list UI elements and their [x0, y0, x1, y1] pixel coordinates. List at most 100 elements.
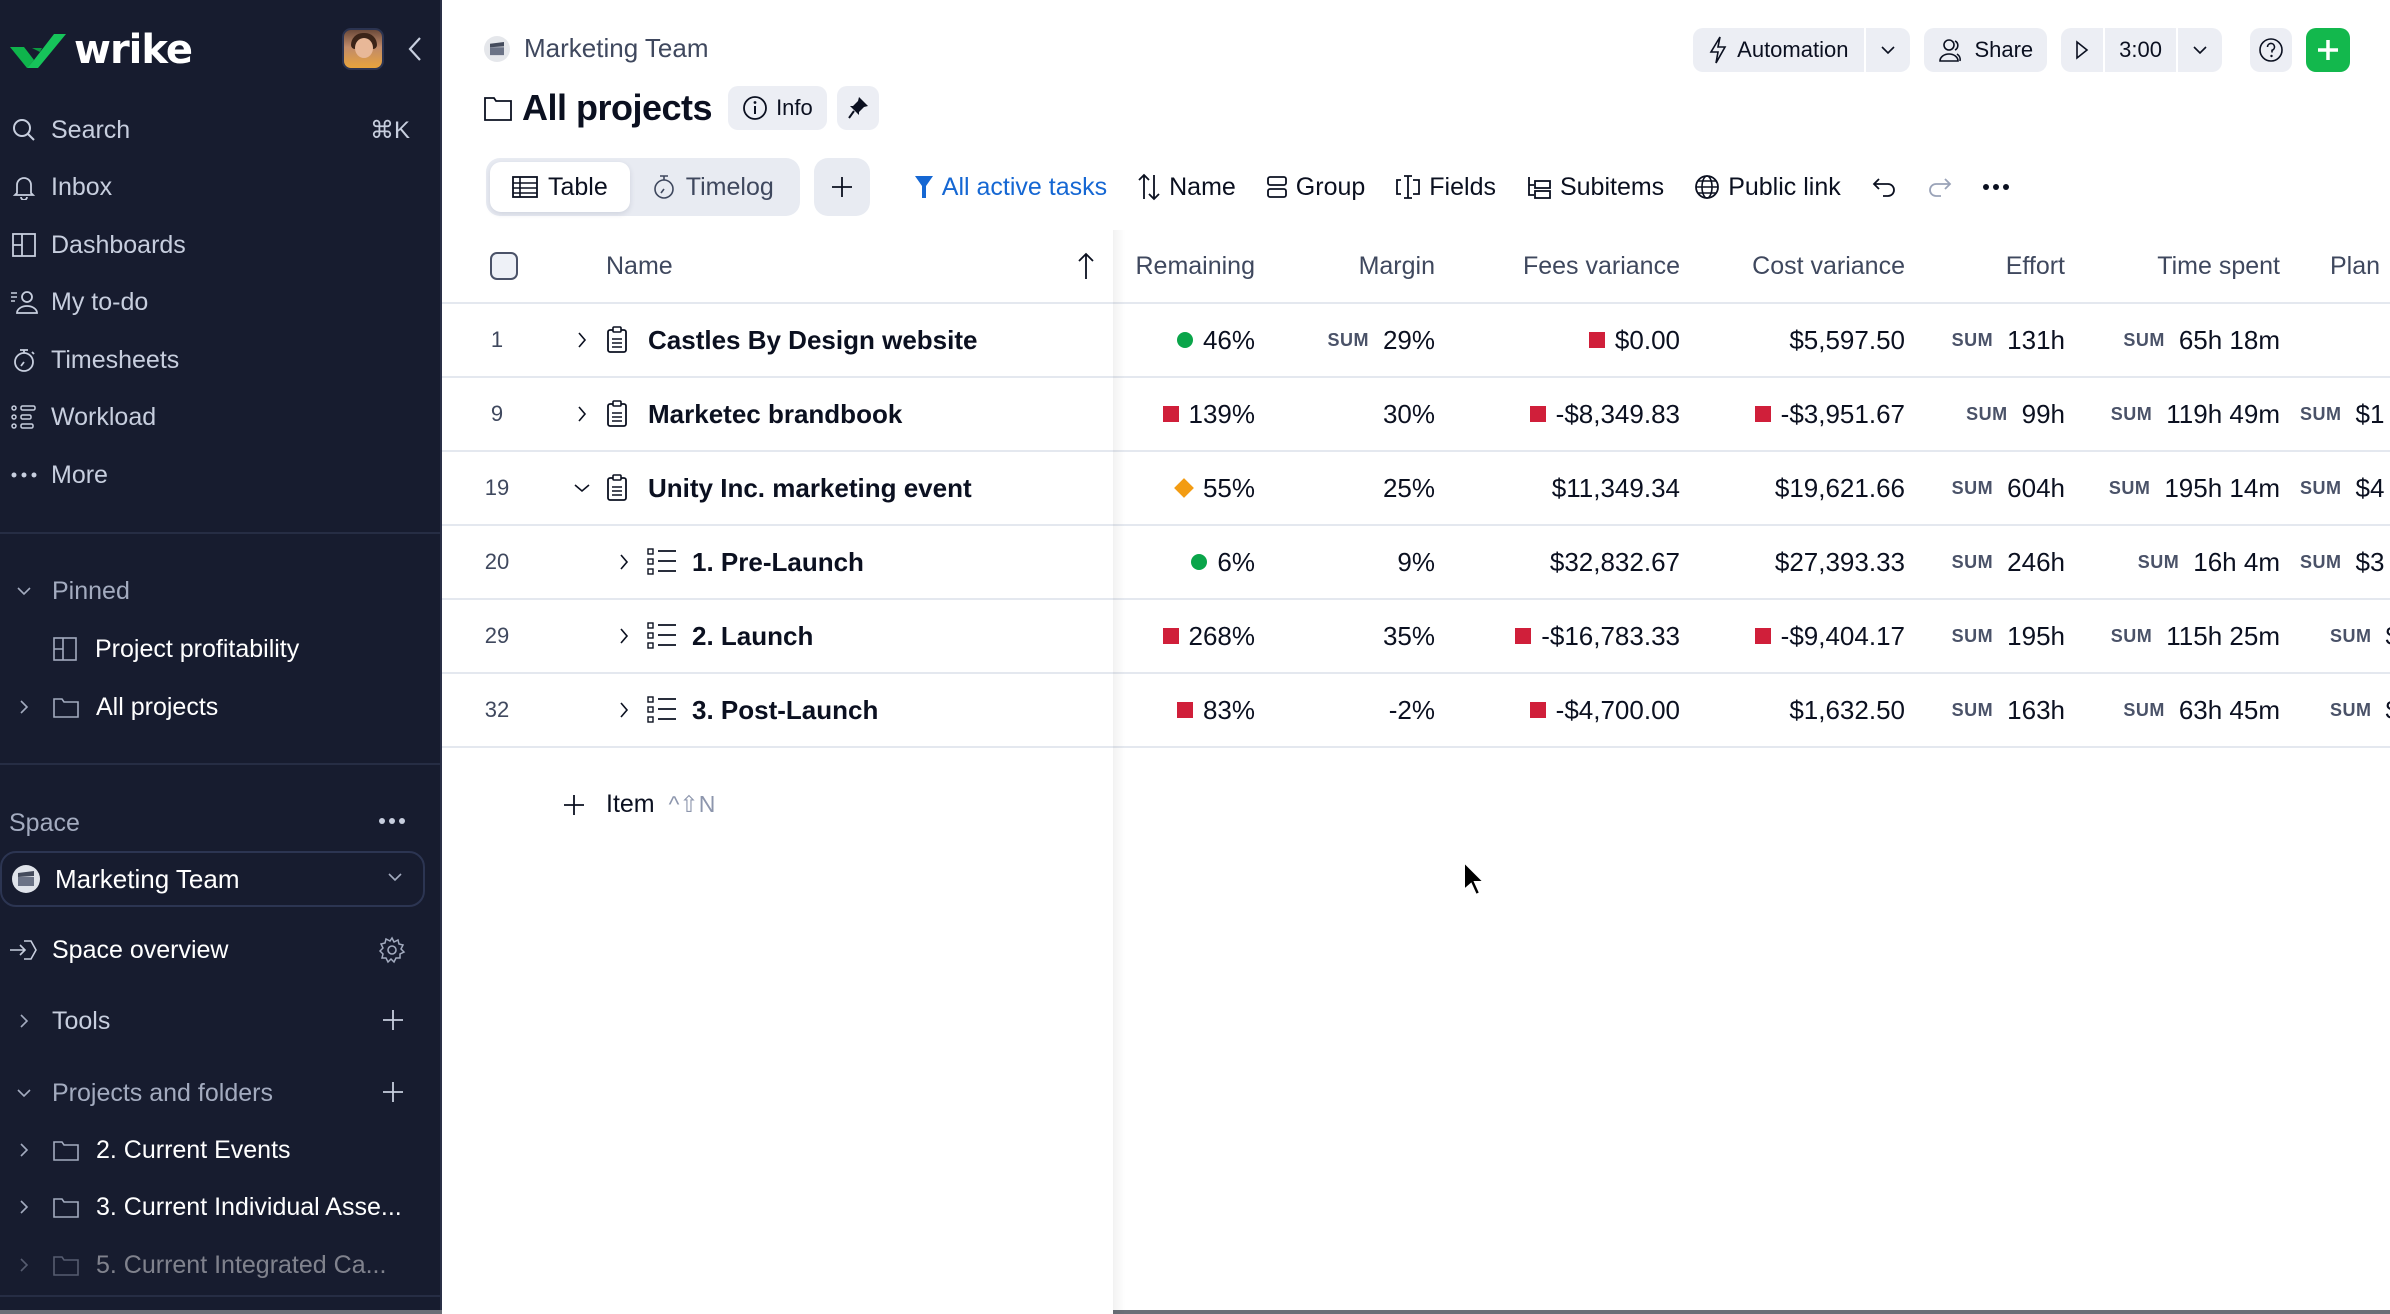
cell-time-spent[interactable]: SUM 115h 25m: [2065, 600, 2280, 672]
space-selector[interactable]: Marketing Team: [0, 851, 425, 907]
chevron-right-icon[interactable]: [14, 1140, 34, 1160]
projects-and-folders-section[interactable]: Projects and folders: [0, 1067, 440, 1119]
cell-remaining[interactable]: 46%: [1113, 304, 1255, 376]
chevron-down-icon[interactable]: [570, 476, 594, 500]
pinned-section-toggle[interactable]: Pinned: [14, 574, 130, 608]
breadcrumb-space[interactable]: Marketing Team: [524, 33, 709, 64]
chevron-right-icon[interactable]: [14, 697, 34, 717]
column-header-margin[interactable]: Margin: [1255, 230, 1435, 302]
item-name[interactable]: 1. Pre-Launch: [692, 547, 864, 578]
cell-effort[interactable]: SUM 604h: [1905, 452, 2065, 524]
cell-effort[interactable]: SUM 131h: [1905, 304, 2065, 376]
table-row[interactable]: 20 1. Pre-Launch: [442, 526, 1113, 600]
add-item-button[interactable]: Item ^⇧N: [562, 790, 715, 819]
chevron-right-icon[interactable]: [570, 402, 594, 426]
item-name[interactable]: 2. Launch: [692, 621, 813, 652]
column-header-fees-variance[interactable]: Fees variance: [1435, 230, 1680, 302]
cell-plan[interactable]: SUM $: [2280, 674, 2390, 746]
cell-time-spent[interactable]: SUM 16h 4m: [2065, 526, 2280, 598]
pinned-item-all-projects[interactable]: All projects: [0, 681, 440, 733]
pinned-item-project-profitability[interactable]: Project profitability: [0, 623, 440, 675]
tab-timelog[interactable]: Timelog: [630, 162, 796, 212]
share-button[interactable]: Share: [1924, 28, 2048, 72]
public-link-button[interactable]: Public link: [1694, 173, 1841, 202]
info-button[interactable]: Info: [728, 86, 827, 130]
cell-margin[interactable]: 35%: [1255, 600, 1435, 672]
table-row[interactable]: 9 Marketec brandbook: [442, 378, 1113, 452]
nav-more[interactable]: More: [0, 449, 440, 501]
chevron-right-icon[interactable]: [612, 550, 636, 574]
cell-plan[interactable]: SUM $: [2280, 600, 2390, 672]
chevron-right-icon[interactable]: [612, 624, 636, 648]
cell-fees-variance[interactable]: -$16,783.33: [1435, 600, 1680, 672]
redo-button[interactable]: [1927, 175, 1953, 199]
cell-effort[interactable]: SUM 195h: [1905, 600, 2065, 672]
cell-time-spent[interactable]: SUM 65h 18m: [2065, 304, 2280, 376]
cell-margin[interactable]: -2%: [1255, 674, 1435, 746]
chevron-right-icon[interactable]: [570, 328, 594, 352]
cell-plan[interactable]: SUM $4: [2280, 452, 2390, 524]
cell-cost-variance[interactable]: $5,597.50: [1680, 304, 1905, 376]
cell-effort[interactable]: SUM 246h: [1905, 526, 2065, 598]
cell-fees-variance[interactable]: $11,349.34: [1435, 452, 1680, 524]
folder-item[interactable]: 3. Current Individual Asse...: [0, 1181, 440, 1233]
cell-fees-variance[interactable]: -$8,349.83: [1435, 378, 1680, 450]
filter-button[interactable]: All active tasks: [914, 173, 1107, 202]
item-name[interactable]: Marketec brandbook: [648, 399, 902, 430]
cell-margin[interactable]: 30%: [1255, 378, 1435, 450]
folder-item[interactable]: 2. Current Events: [0, 1124, 440, 1176]
cell-fees-variance[interactable]: -$4,700.00: [1435, 674, 1680, 746]
gear-icon[interactable]: [378, 936, 406, 964]
nav-timesheets[interactable]: Timesheets: [0, 334, 440, 386]
timer-dropdown[interactable]: [2178, 28, 2222, 72]
chevron-right-icon[interactable]: [14, 1197, 34, 1217]
folder-item[interactable]: 5. Current Integrated Ca...: [0, 1239, 440, 1291]
cell-remaining[interactable]: 6%: [1113, 526, 1255, 598]
automation-dropdown[interactable]: [1866, 28, 1911, 72]
chevron-right-icon[interactable]: [14, 1255, 34, 1275]
more-options-button[interactable]: [1982, 183, 2009, 191]
cell-cost-variance[interactable]: $1,632.50: [1680, 674, 1905, 746]
item-name[interactable]: 3. Post-Launch: [692, 695, 878, 726]
column-header-plan[interactable]: Plan: [2280, 230, 2390, 302]
column-header-name[interactable]: Name: [606, 252, 673, 281]
sort-ascending-icon[interactable]: [1077, 252, 1095, 280]
space-more-button[interactable]: [378, 812, 406, 830]
cell-margin[interactable]: SUM 29%: [1255, 304, 1435, 376]
cell-margin[interactable]: 9%: [1255, 526, 1435, 598]
nav-search[interactable]: Search ⌘K: [0, 104, 440, 156]
cell-cost-variance[interactable]: -$9,404.17: [1680, 600, 1905, 672]
cell-plan[interactable]: SUM $1: [2280, 378, 2390, 450]
subitems-button[interactable]: Subitems: [1526, 173, 1664, 202]
column-header-cost-variance[interactable]: Cost variance: [1680, 230, 1905, 302]
cell-time-spent[interactable]: SUM 63h 45m: [2065, 674, 2280, 746]
user-avatar[interactable]: [342, 28, 384, 70]
create-new-button[interactable]: [2306, 28, 2350, 72]
cell-remaining[interactable]: 55%: [1113, 452, 1255, 524]
cell-time-spent[interactable]: SUM 119h 49m: [2065, 378, 2280, 450]
nav-inbox[interactable]: Inbox: [0, 161, 440, 213]
pin-button[interactable]: [836, 86, 879, 130]
column-header-effort[interactable]: Effort: [1905, 230, 2065, 302]
add-tool-button[interactable]: [378, 1005, 408, 1035]
cell-plan[interactable]: SUM $3: [2280, 526, 2390, 598]
undo-button[interactable]: [1871, 175, 1897, 199]
tab-table[interactable]: Table: [490, 162, 630, 212]
space-overview[interactable]: Space overview: [0, 924, 440, 976]
cell-fees-variance[interactable]: $0.00: [1435, 304, 1680, 376]
cell-time-spent[interactable]: SUM 195h 14m: [2065, 452, 2280, 524]
tools-section[interactable]: Tools: [0, 995, 440, 1047]
table-row[interactable]: 29 2. Launch: [442, 600, 1113, 674]
collapse-sidebar-button[interactable]: [400, 34, 430, 64]
table-row[interactable]: 32 3. Post-Launch: [442, 674, 1113, 748]
cell-remaining[interactable]: 83%: [1113, 674, 1255, 746]
column-header-remaining[interactable]: Remaining: [1113, 230, 1255, 302]
group-button[interactable]: Group: [1266, 173, 1365, 202]
cell-cost-variance[interactable]: $27,393.33: [1680, 526, 1905, 598]
chevron-right-icon[interactable]: [612, 698, 636, 722]
cell-effort[interactable]: SUM 99h: [1905, 378, 2065, 450]
help-button[interactable]: [2250, 28, 2292, 72]
cell-remaining[interactable]: 268%: [1113, 600, 1255, 672]
cell-margin[interactable]: 25%: [1255, 452, 1435, 524]
table-row[interactable]: 1 Castles By Design website: [442, 304, 1113, 378]
